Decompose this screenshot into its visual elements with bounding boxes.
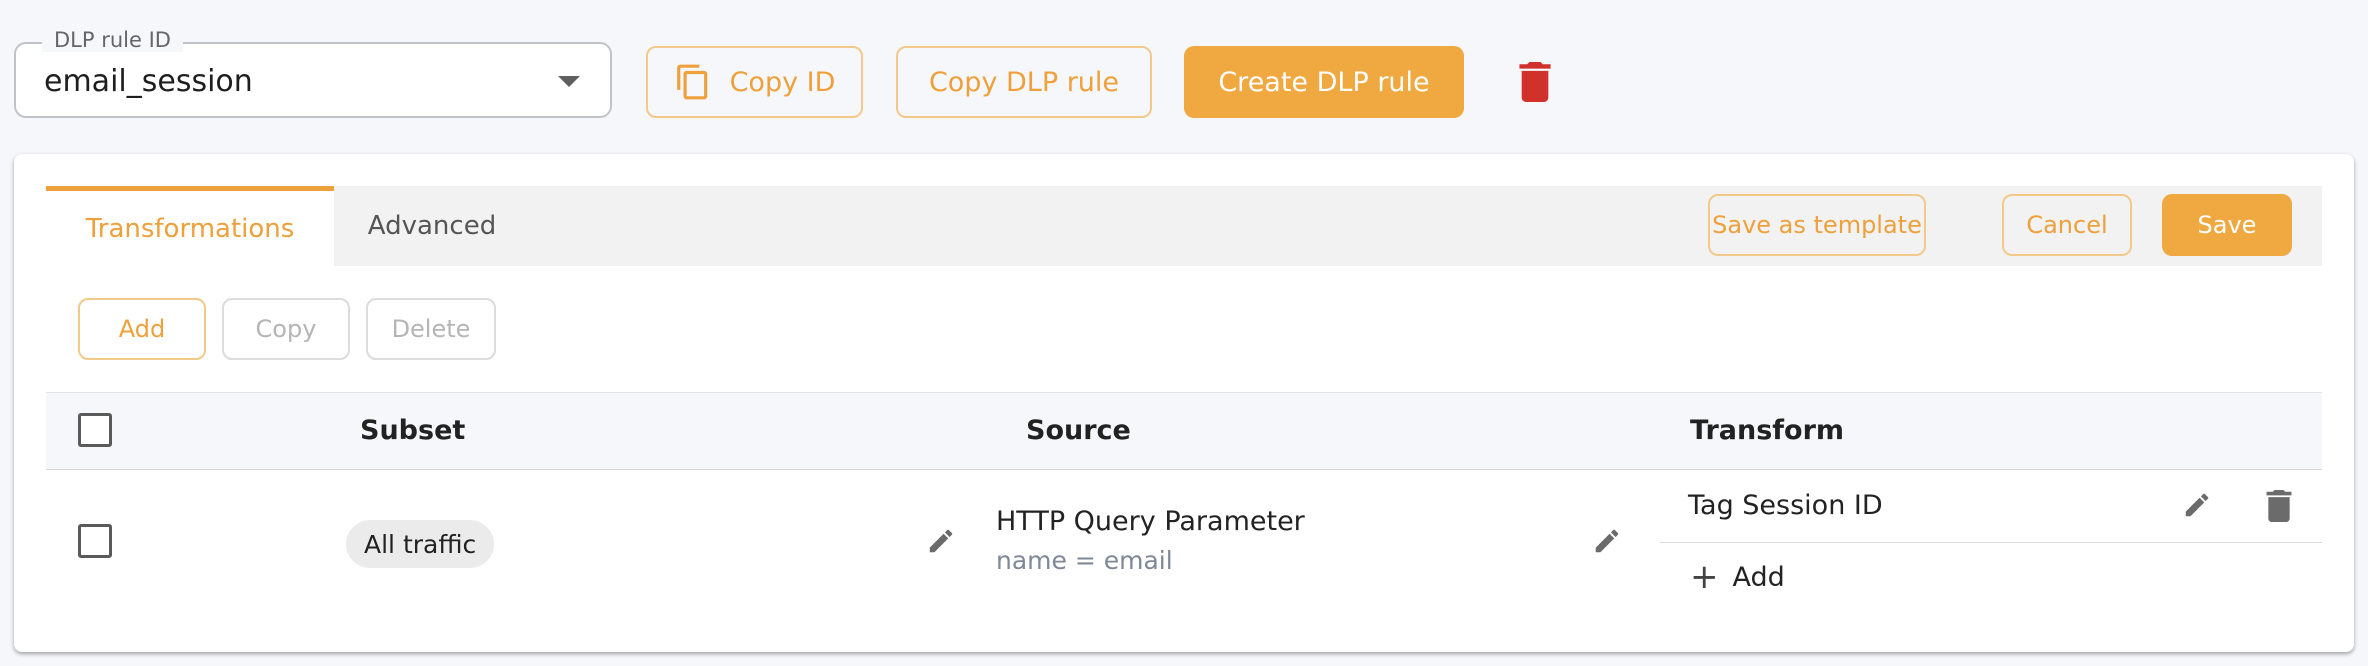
copy-transformation-button[interactable]: Copy — [222, 298, 350, 360]
copy-icon — [676, 64, 707, 100]
transform-item: Tag Session ID — [1688, 490, 1883, 521]
save-label: Save — [2197, 211, 2257, 239]
save-button[interactable]: Save — [2162, 194, 2292, 256]
tab-advanced[interactable]: Advanced — [334, 186, 530, 266]
edit-source-pencil-icon[interactable] — [1592, 526, 1622, 556]
source-type: HTTP Query Parameter — [996, 506, 1305, 537]
copy-dlp-rule-label: Copy DLP rule — [928, 66, 1120, 98]
rule-editor-card: Transformations Advanced Save as templat… — [14, 154, 2354, 652]
tab-bar: Transformations Advanced — [46, 186, 2322, 266]
column-header-source: Source — [1026, 415, 1131, 446]
cancel-label: Cancel — [2026, 211, 2108, 239]
delete-transformation-button[interactable]: Delete — [366, 298, 496, 360]
add-transform-link[interactable]: + Add — [1690, 560, 1785, 594]
table-header: Subset Source Transform — [46, 392, 2322, 470]
subset-chip: All traffic — [346, 520, 495, 568]
copy-id-button[interactable]: Copy ID — [646, 46, 863, 118]
plus-icon: + — [1690, 557, 1719, 597]
dlp-rule-id-select[interactable]: DLP rule ID email_session — [14, 28, 612, 118]
trash-icon[interactable] — [1519, 62, 1551, 102]
copy-label: Copy — [255, 315, 317, 343]
copy-dlp-rule-button[interactable]: Copy DLP rule — [896, 46, 1152, 118]
copy-id-label: Copy ID — [729, 66, 836, 98]
delete-label: Delete — [391, 315, 471, 343]
chevron-down-icon[interactable] — [558, 76, 580, 87]
column-header-transform: Transform — [1690, 415, 1845, 446]
create-dlp-rule-button[interactable]: Create DLP rule — [1184, 46, 1464, 118]
transform-divider — [1660, 542, 2322, 543]
row-checkbox[interactable] — [78, 524, 112, 558]
select-all-checkbox[interactable] — [78, 413, 112, 447]
delete-transform-trash-icon[interactable] — [2266, 490, 2292, 522]
source-detail: name = email — [996, 546, 1173, 575]
add-label: Add — [118, 315, 166, 343]
tab-transformations[interactable]: Transformations — [46, 186, 334, 266]
save-as-template-label: Save as template — [1712, 211, 1922, 239]
create-dlp-rule-label: Create DLP rule — [1218, 66, 1430, 98]
cancel-button[interactable]: Cancel — [2002, 194, 2132, 256]
add-transformation-button[interactable]: Add — [78, 298, 206, 360]
edit-transform-pencil-icon[interactable] — [2182, 490, 2212, 520]
add-transform-label: Add — [1732, 561, 1785, 593]
dlp-rule-id-label: DLP rule ID — [42, 28, 183, 52]
column-header-subset: Subset — [360, 415, 466, 446]
dlp-rule-id-value: email_session — [44, 64, 253, 99]
save-as-template-button[interactable]: Save as template — [1708, 194, 1926, 256]
edit-subset-pencil-icon[interactable] — [926, 526, 956, 556]
